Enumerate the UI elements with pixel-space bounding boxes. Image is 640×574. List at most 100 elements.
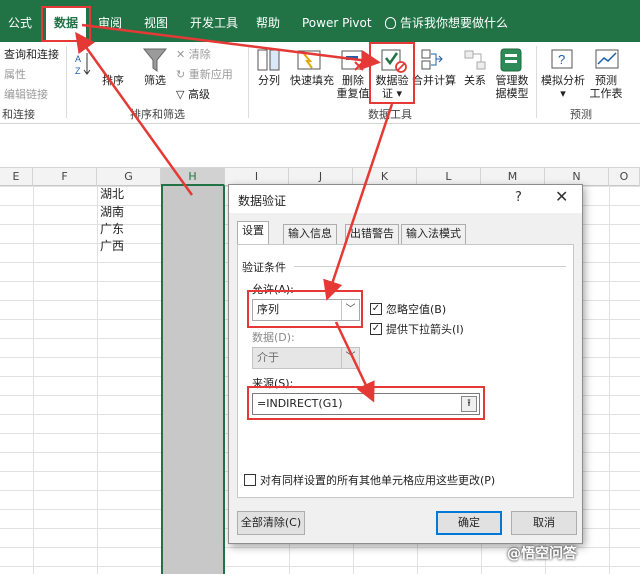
- column-header-f[interactable]: F: [33, 168, 97, 186]
- clear-filter-icon: ✕: [176, 48, 189, 61]
- cell-g4[interactable]: 广西: [100, 237, 124, 254]
- ignore-blank-checkbox[interactable]: ✓: [370, 303, 382, 315]
- tab-formulas[interactable]: 公式: [8, 13, 32, 35]
- reapply-button[interactable]: ↻ 重新应用: [176, 66, 233, 82]
- help-icon[interactable]: ?: [515, 190, 522, 205]
- tab-error-alert[interactable]: 出错警告: [345, 224, 399, 244]
- tab-power-pivot[interactable]: Power Pivot: [302, 13, 372, 35]
- ribbon-tab-bar: 公式 数据 审阅 视图 开发工具 帮助 Power Pivot 告诉我你想要做什…: [0, 0, 640, 42]
- forecast-sheet-label-2[interactable]: 工作表: [590, 87, 623, 100]
- manage-data-model-label-2[interactable]: 据模型: [496, 87, 529, 100]
- data-label: 数据(D):: [252, 331, 295, 344]
- properties-button[interactable]: 属性: [4, 66, 26, 82]
- ribbon-separator: [66, 46, 67, 118]
- apply-all-label: 对有同样设置的所有其他单元格应用这些更改(P): [260, 474, 496, 487]
- validation-criteria-label: 验证条件: [242, 261, 286, 274]
- advanced-filter-button[interactable]: ▽ 高级: [176, 86, 210, 102]
- column-header-h[interactable]: H: [161, 168, 225, 186]
- chevron-down-icon: ﹀: [341, 348, 359, 368]
- sort-button[interactable]: 排序: [98, 74, 128, 87]
- tab-review[interactable]: 审阅: [98, 13, 122, 35]
- tab-developer[interactable]: 开发工具: [190, 13, 238, 35]
- text-to-columns-icon: [257, 49, 280, 71]
- svg-text:Z: Z: [75, 66, 81, 76]
- tell-me-text: 告诉我你想要做什么: [400, 16, 509, 30]
- clear-filter-button[interactable]: ✕ 清除: [176, 46, 211, 62]
- dialog-titlebar[interactable]: 数据验证 ? ✕: [229, 185, 582, 213]
- ignore-blank-label: 忽略空值(B): [386, 303, 447, 316]
- grid-line: [97, 186, 98, 574]
- cell-g2[interactable]: 湖南: [100, 203, 124, 220]
- flash-fill-icon: [297, 50, 321, 70]
- what-if-analysis-icon: ?: [551, 49, 573, 69]
- annotation-box-allow: [247, 290, 363, 328]
- reapply-label: 重新应用: [188, 68, 233, 81]
- edit-links-button[interactable]: 编辑链接: [4, 86, 48, 102]
- grid-line: [609, 186, 610, 574]
- forecast-sheet-button: 预测 工作表: [586, 74, 626, 100]
- watermark: @悟空问答: [507, 546, 577, 562]
- tab-settings[interactable]: 设置: [237, 221, 269, 245]
- data-select-value: 介于: [257, 351, 279, 364]
- remove-duplicates-label-2[interactable]: 重复值: [337, 87, 370, 100]
- data-tools-group-label: 数据工具: [368, 108, 412, 121]
- tab-view[interactable]: 视图: [144, 13, 168, 35]
- annotation-box-source: [247, 386, 485, 420]
- text-to-columns-button[interactable]: 分列: [254, 74, 284, 87]
- manage-data-model-label-1[interactable]: 管理数: [496, 74, 529, 87]
- cell-g1[interactable]: 湖北: [100, 186, 124, 202]
- forecast-group-label: 预测: [570, 108, 592, 121]
- remove-duplicates-icon: [341, 50, 364, 71]
- ribbon: 查询和连接 属性 编辑链接 和连接 A Z 排序 筛选 ✕ 清除 ↻ 重新应用 …: [0, 42, 640, 124]
- column-header-e[interactable]: E: [0, 168, 33, 186]
- ribbon-separator: [248, 46, 249, 118]
- clear-all-button[interactable]: 全部清除(C): [237, 511, 305, 535]
- cell-g3[interactable]: 广东: [100, 220, 124, 237]
- dialog-title: 数据验证: [238, 194, 287, 208]
- clear-filter-label: 清除: [188, 48, 211, 61]
- manage-data-model-button: 管理数 据模型: [492, 74, 532, 100]
- forecast-sheet-icon: [595, 49, 619, 69]
- data-validation-dialog: 数据验证 ? ✕ 设置 输入信息 出错警告 输入法模式 验证条件 允许(A): …: [228, 184, 583, 544]
- in-cell-dropdown-label: 提供下拉箭头(I): [386, 323, 464, 336]
- tab-help[interactable]: 帮助: [256, 13, 280, 35]
- reapply-icon: ↻: [176, 68, 189, 81]
- data-select: 介于 ﹀: [252, 347, 360, 369]
- annotation-box-validation: [369, 42, 415, 104]
- column-header-g[interactable]: G: [97, 168, 161, 186]
- annotation-box-data-tab: [41, 6, 91, 42]
- advanced-filter-label: 高级: [187, 88, 210, 101]
- lightbulb-icon: [385, 17, 396, 29]
- relationships-button[interactable]: 关系: [458, 74, 492, 87]
- filter-button[interactable]: 筛选: [138, 74, 172, 87]
- tell-me-box[interactable]: 告诉我你想要做什么: [385, 14, 508, 31]
- chevron-down-icon: ▾: [560, 87, 566, 100]
- close-icon[interactable]: ✕: [555, 187, 568, 206]
- svg-text:A: A: [75, 54, 81, 64]
- sort-filter-group-label: 排序和筛选: [130, 108, 185, 121]
- queries-connections-button[interactable]: 查询和连接: [4, 46, 59, 62]
- tab-ime-mode[interactable]: 输入法模式: [401, 224, 466, 244]
- relationships-icon: [464, 50, 486, 70]
- what-if-analysis-button[interactable]: 模拟分析 ▾: [538, 74, 588, 100]
- flash-fill-button[interactable]: 快速填充: [288, 74, 336, 87]
- consolidate-icon: [421, 49, 443, 70]
- forecast-sheet-label-1[interactable]: 预测: [595, 74, 617, 87]
- ok-button[interactable]: 确定: [436, 511, 502, 535]
- what-if-analysis-label: 模拟分析: [541, 74, 585, 87]
- sort-az-icon: A Z: [75, 53, 91, 76]
- manage-data-model-icon: [500, 48, 522, 72]
- grid-line: [33, 186, 34, 574]
- filter-icon: [142, 48, 168, 72]
- settings-panel: 验证条件 允许(A): 序列 ﹀ ✓ 忽略空值(B) ✓ 提供下拉箭头(I) 数…: [237, 244, 574, 498]
- cancel-button[interactable]: 取消: [511, 511, 577, 535]
- tab-input-message[interactable]: 输入信息: [283, 224, 337, 244]
- ribbon-separator: [536, 46, 537, 118]
- remove-duplicates-button: 删除 重复值: [336, 74, 370, 100]
- remove-duplicates-label-1[interactable]: 删除: [342, 74, 364, 87]
- column-header-o[interactable]: O: [609, 168, 640, 186]
- in-cell-dropdown-checkbox[interactable]: ✓: [370, 323, 382, 335]
- consolidate-button[interactable]: 合并计算: [410, 74, 458, 87]
- apply-all-checkbox[interactable]: [244, 474, 256, 486]
- selected-column-h[interactable]: [161, 186, 225, 574]
